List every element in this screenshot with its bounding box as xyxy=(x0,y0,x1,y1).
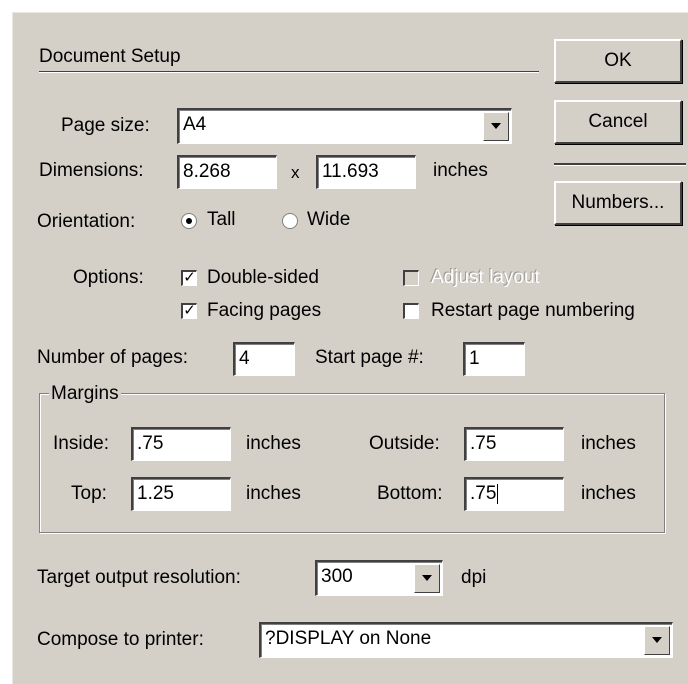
text-cursor xyxy=(497,483,499,504)
options-label: Options: xyxy=(73,267,144,288)
dimensions-label: Dimensions: xyxy=(39,160,144,181)
tall-label[interactable]: Tall xyxy=(207,208,236,232)
button-separator xyxy=(554,163,686,166)
cancel-button[interactable]: Cancel xyxy=(554,100,682,144)
check-mark-icon: ✓ xyxy=(183,269,196,286)
page-size-value: A4 xyxy=(183,114,207,135)
ok-button[interactable]: OK xyxy=(554,39,682,83)
facing-pages-checkbox[interactable]: ✓ xyxy=(181,303,197,319)
page-size-dropdown-icon[interactable] xyxy=(483,112,509,141)
top-input[interactable]: 1.25 xyxy=(131,477,231,511)
adjust-layout-checkbox xyxy=(403,270,419,286)
top-label: Top: xyxy=(71,483,107,504)
check-mark-icon: ✓ xyxy=(183,302,196,319)
outside-label: Outside: xyxy=(369,433,440,454)
times-label: x xyxy=(291,163,300,182)
tall-radio[interactable] xyxy=(181,213,197,229)
start-page-label: Start page #: xyxy=(315,347,424,368)
inside-label: Inside: xyxy=(53,433,109,454)
inside-input[interactable]: .75 xyxy=(131,427,231,461)
wide-label[interactable]: Wide xyxy=(307,208,350,232)
outside-unit: inches xyxy=(581,433,636,454)
printer-dropdown-icon[interactable] xyxy=(644,626,670,655)
bottom-value: .75 xyxy=(470,483,497,504)
bottom-label: Bottom: xyxy=(377,483,443,504)
dialog-title: Document Setup xyxy=(39,46,181,67)
wide-radio[interactable] xyxy=(282,213,298,229)
numbers-button[interactable]: Numbers... xyxy=(554,181,682,225)
printer-select[interactable]: ?DISPLAY on None xyxy=(259,622,673,658)
number-of-pages-input[interactable]: 4 xyxy=(233,342,295,376)
restart-numbering-checkbox[interactable] xyxy=(403,303,419,319)
page-size-select[interactable]: A4 xyxy=(177,108,512,144)
printer-label: Compose to printer: xyxy=(37,629,204,650)
height-input[interactable]: 11.693 xyxy=(316,155,416,189)
bottom-unit: inches xyxy=(581,483,636,504)
margins-label: Margins xyxy=(49,383,121,405)
page-size-label: Page size: xyxy=(61,115,150,136)
inside-unit: inches xyxy=(246,433,301,454)
orientation-label: Orientation: xyxy=(37,211,136,232)
number-of-pages-label: Number of pages: xyxy=(37,347,189,368)
restart-numbering-label[interactable]: Restart page numbering xyxy=(431,299,635,323)
printer-value: ?DISPLAY on None xyxy=(265,628,432,649)
title-underline xyxy=(39,71,539,73)
adjust-layout-label: Adjust layout xyxy=(431,267,540,288)
resolution-dropdown-icon[interactable] xyxy=(414,564,440,593)
margins-group xyxy=(39,393,665,533)
start-page-input[interactable]: 1 xyxy=(463,342,525,376)
bottom-input[interactable]: .75 xyxy=(464,477,564,511)
width-input[interactable]: 8.268 xyxy=(177,155,277,189)
top-unit: inches xyxy=(246,483,301,504)
document-setup-dialog: Document Setup OK Cancel Numbers... Page… xyxy=(12,12,688,684)
double-sided-checkbox[interactable]: ✓ xyxy=(181,270,197,286)
resolution-value: 300 xyxy=(321,566,353,587)
resolution-select[interactable]: 300 xyxy=(315,560,443,596)
dimensions-unit: inches xyxy=(433,160,488,181)
resolution-unit: dpi xyxy=(461,567,487,588)
facing-pages-label[interactable]: Facing pages xyxy=(207,299,321,323)
double-sided-label[interactable]: Double-sided xyxy=(207,266,319,290)
outside-input[interactable]: .75 xyxy=(464,427,564,461)
resolution-label: Target output resolution: xyxy=(37,567,241,588)
